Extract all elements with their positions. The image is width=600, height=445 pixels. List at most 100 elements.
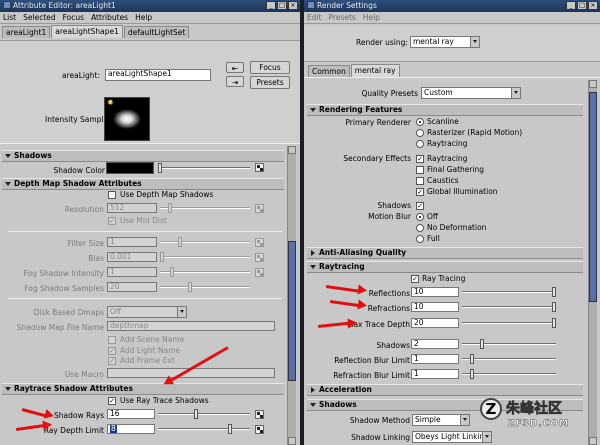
go-to-output-button[interactable]: ⇥ [226,76,244,87]
ray-depth-limit-map-button[interactable] [255,425,264,434]
anti-aliasing-section-header[interactable]: Anti-Aliasing Quality [307,247,583,259]
focus-button[interactable]: Focus [250,61,290,74]
render-settings-scrollbar[interactable] [588,80,597,445]
motion-blur-off-radio[interactable] [416,213,424,221]
motion-blur-no-deformation-radio[interactable] [416,224,424,232]
tab-arealightshape1[interactable]: areaLightShape1 [51,25,123,38]
presets-button[interactable]: Presets [250,76,290,89]
bias-slider[interactable] [160,252,250,262]
minimize-button[interactable]: _ [266,1,276,10]
max-trace-depth-field[interactable]: 20 [411,318,459,328]
menu-help[interactable]: Help [135,12,152,23]
reflections-field[interactable]: 10 [411,287,459,297]
motion-blur-full-radio[interactable] [416,235,424,243]
primary-rasterizer-radio[interactable] [416,129,424,137]
max-trace-depth-slider[interactable] [462,318,556,328]
fog-intensity-map-button[interactable] [255,268,264,277]
shadow-map-file-name-field[interactable]: depthmap [107,321,275,331]
ray-depth-limit-slider[interactable] [158,424,250,434]
shadows-label: Shadows [377,201,411,210]
tab-arealight1[interactable]: areaLight1 [2,26,51,38]
tab-mental-ray[interactable]: mental ray [350,64,400,77]
fog-samples-slider[interactable] [160,282,250,292]
menu-list[interactable]: List [3,12,16,23]
use-ray-trace-shadows-checkbox[interactable]: ✓ [108,397,116,405]
raytrace-shadow-section-header[interactable]: Raytrace Shadow Attributes [2,383,284,395]
disk-based-dmaps-select[interactable]: Off [107,306,187,318]
shadows-section-header[interactable]: Shadows [2,150,284,162]
tab-common[interactable]: Common [308,65,350,77]
refractions-field[interactable]: 10 [411,302,459,312]
filter-size-map-button[interactable] [255,238,264,247]
add-scene-name-checkbox[interactable] [108,336,116,344]
global-illumination-checkbox[interactable]: ✓ [416,188,424,196]
caustics-checkbox[interactable] [416,177,424,185]
acceleration-section-header[interactable]: Acceleration [307,384,583,396]
rendering-features-section-header[interactable]: Rendering Features [307,104,583,116]
fog-intensity-slider[interactable] [160,267,250,277]
bias-map-button[interactable] [255,253,264,262]
add-light-name-checkbox[interactable]: ✓ [108,347,116,355]
scroll-up-icon [288,146,296,154]
primary-raytracing-radio[interactable] [416,140,424,148]
refractions-slider[interactable] [462,302,556,312]
raytracing-section-header[interactable]: Raytracing [307,261,583,273]
refractions-label: Refractions [367,304,410,313]
ray-depth-limit-field[interactable]: 8 [107,424,155,434]
secondary-raytracing-checkbox[interactable]: ✓ [416,155,424,163]
reflection-blur-limit-slider[interactable] [462,354,556,364]
filter-size-slider[interactable] [160,237,250,247]
shadow-color-swatch[interactable] [106,162,154,174]
shadow-rays-field[interactable]: 16 [107,409,155,419]
final-gathering-checkbox[interactable] [416,166,424,174]
ray-tracing-checkbox[interactable]: ✓ [411,275,419,283]
scrollbar-handle[interactable] [589,92,597,302]
render-settings-titlebar[interactable]: Render Settings _ □ × [304,0,600,12]
menu-edit[interactable]: Edit [307,12,322,23]
shadows-checkbox[interactable]: ✓ [416,202,424,210]
filter-size-label: Filter Size [67,239,104,248]
shadow-color-slider[interactable] [158,163,250,173]
go-to-input-button[interactable]: ⇤ [226,62,244,73]
scrollbar-handle[interactable] [288,241,296,381]
fog-samples-field[interactable]: 20 [107,282,157,292]
resolution-slider[interactable] [160,203,250,213]
refraction-blur-limit-slider[interactable] [462,369,556,379]
menu-help[interactable]: Help [363,12,380,23]
fog-intensity-field[interactable]: 1 [107,267,157,277]
menu-selected[interactable]: Selected [23,12,56,23]
refraction-blur-limit-field[interactable]: 1 [411,369,459,379]
shadow-rays-slider[interactable] [158,409,250,419]
rt-shadows-field[interactable]: 2 [411,339,459,349]
close-button[interactable]: × [588,1,598,10]
resolution-field[interactable]: 512 [107,203,157,213]
bias-field[interactable]: 0.001 [107,252,157,262]
reflection-blur-limit-field[interactable]: 1 [411,354,459,364]
menu-attributes[interactable]: Attributes [91,12,128,23]
menu-presets[interactable]: Presets [329,12,356,23]
attribute-editor-titlebar[interactable]: Attribute Editor: areaLight1 _ □ × [0,0,300,12]
resolution-map-button[interactable] [255,204,264,213]
add-frame-ext-checkbox[interactable]: ✓ [108,357,116,365]
attribute-editor-scrollbar[interactable] [287,146,296,445]
shadow-rays-map-button[interactable] [255,410,264,419]
close-button[interactable]: × [288,1,298,10]
shadow-color-map-button[interactable] [255,163,264,172]
use-depth-map-checkbox[interactable] [108,191,116,199]
filter-size-field[interactable]: 1 [107,237,157,247]
render-using-select[interactable]: mental ray [410,36,480,48]
tab-defaultlightset[interactable]: defaultLightSet [123,26,190,38]
shadow-method-select[interactable]: Simple [412,414,470,426]
minimize-button[interactable]: _ [566,1,576,10]
rt-shadows-slider[interactable] [462,339,556,349]
quality-presets-select[interactable]: Custom [421,87,521,99]
menu-focus[interactable]: Focus [63,12,84,23]
area-light-name-field[interactable]: areaLightShape1 [105,69,211,81]
maximize-button[interactable]: □ [277,1,287,10]
reflections-slider[interactable] [462,287,556,297]
maximize-button[interactable]: □ [577,1,587,10]
primary-scanline-radio[interactable] [416,118,424,126]
depth-map-section-header[interactable]: Depth Map Shadow Attributes [2,178,284,190]
shadow-color-label: Shadow Color [53,166,105,175]
use-mid-dist-checkbox[interactable]: ✓ [108,217,116,225]
